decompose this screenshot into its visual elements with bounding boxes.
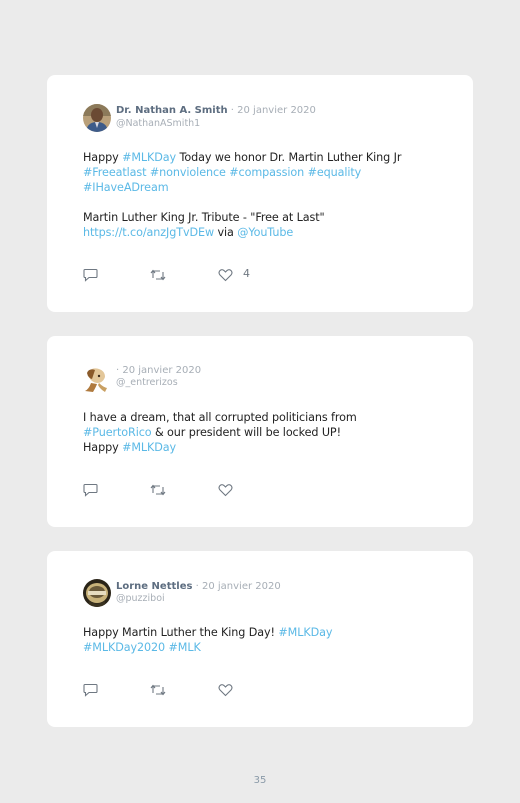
- author-name[interactable]: Dr. Nathan A. Smith: [116, 105, 228, 116]
- tweet-date[interactable]: · 20 janvier 2020: [196, 581, 281, 592]
- heart-icon[interactable]: [218, 683, 233, 697]
- tweet-header: Dr. Nathan A. Smith · 20 janvier 2020: [116, 104, 316, 117]
- tweet-text-line: https://t.co/anzJgTvDEw via @YouTube: [83, 225, 453, 240]
- tweet-text-segment: Happy: [83, 151, 123, 164]
- tweet-link[interactable]: https://t.co/anzJgTvDEw: [83, 226, 214, 239]
- tweet-text-segment: via: [214, 226, 238, 239]
- hashtag-link[interactable]: #nonviolence: [150, 166, 226, 179]
- tweet-text-line: Happy Martin Luther the King Day! #MLKDa…: [83, 625, 453, 640]
- reply-icon[interactable]: [83, 268, 98, 282]
- avatar[interactable]: [83, 104, 111, 132]
- reply-icon[interactable]: [83, 683, 98, 697]
- hashtag-link[interactable]: #compassion: [229, 166, 304, 179]
- hashtag-link[interactable]: #MLKDay2020: [83, 641, 165, 654]
- author-name[interactable]: Lorne Nettles: [116, 581, 192, 592]
- tweet-text: Happy Martin Luther the King Day! #MLKDa…: [83, 625, 453, 655]
- avatar[interactable]: [83, 579, 111, 607]
- tweet-text-segment: Martin Luther King Jr. Tribute - "Free a…: [83, 211, 325, 224]
- hashtag-link[interactable]: #MLKDay: [122, 441, 176, 454]
- retweet-icon[interactable]: [150, 683, 166, 697]
- tweet-text-line: I have a dream, that all corrupted polit…: [83, 410, 453, 425]
- tweet-card: · 20 janvier 2020 @_entrerizos I have a …: [47, 336, 473, 527]
- tweet-date[interactable]: · 20 janvier 2020: [231, 105, 316, 116]
- tweet-text-segment: & our president will be locked UP!: [151, 426, 341, 439]
- tweet-header: Lorne Nettles · 20 janvier 2020: [116, 580, 281, 593]
- tweet-text: Happy #MLKDay Today we honor Dr. Martin …: [83, 150, 453, 240]
- tweet-text-line: Martin Luther King Jr. Tribute - "Free a…: [83, 210, 453, 225]
- tweet-text-line: #Freeatlast #nonviolence #compassion #eq…: [83, 165, 453, 180]
- avatar[interactable]: [83, 365, 111, 393]
- tweet-card: Lorne Nettles · 20 janvier 2020 @puzzibo…: [47, 551, 473, 727]
- heart-icon[interactable]: [218, 483, 233, 497]
- author-handle[interactable]: @NathanASmith1: [116, 118, 200, 130]
- hashtag-link[interactable]: #IHaveADream: [83, 181, 169, 194]
- reply-icon[interactable]: [83, 483, 98, 497]
- tweet-date[interactable]: · 20 janvier 2020: [116, 365, 201, 376]
- hashtag-link[interactable]: #MLKDay: [122, 151, 176, 164]
- tweet-text-segment: Happy: [83, 441, 123, 454]
- tweet-text-segment: Today we honor Dr. Martin Luther King Jr: [176, 151, 402, 164]
- hashtag-link[interactable]: #equality: [308, 166, 362, 179]
- tweet-text-line: Happy #MLKDay Today we honor Dr. Martin …: [83, 150, 453, 165]
- retweet-icon[interactable]: [150, 268, 166, 282]
- tweet-card: Dr. Nathan A. Smith · 20 janvier 2020 @N…: [47, 75, 473, 312]
- retweet-icon[interactable]: [150, 483, 166, 497]
- hashtag-link[interactable]: #MLK: [169, 641, 201, 654]
- tweet-link[interactable]: @YouTube: [237, 226, 293, 239]
- page-number: 35: [253, 775, 267, 786]
- heart-icon[interactable]: [218, 268, 233, 282]
- author-handle[interactable]: @_entrerizos: [116, 377, 178, 389]
- tweet-header: · 20 janvier 2020: [116, 364, 201, 377]
- author-handle[interactable]: @puzziboi: [116, 593, 165, 605]
- tweet-text-line: #IHaveADream: [83, 180, 453, 195]
- like-count: 4: [243, 267, 250, 280]
- hashtag-link[interactable]: #MLKDay: [278, 626, 332, 639]
- hashtag-link[interactable]: #Freeatlast: [83, 166, 147, 179]
- tweet-text-segment: Happy Martin Luther the King Day!: [83, 626, 279, 639]
- tweet-text-line: #MLKDay2020 #MLK: [83, 640, 453, 655]
- tweet-text-line: [83, 195, 453, 210]
- tweet-text-line: Happy #MLKDay: [83, 440, 453, 455]
- tweet-text: I have a dream, that all corrupted polit…: [83, 410, 453, 455]
- hashtag-link[interactable]: #PuertoRico: [83, 426, 152, 439]
- tweet-text-segment: I have a dream, that all corrupted polit…: [83, 411, 357, 424]
- tweet-text-line: #PuertoRico & our president will be lock…: [83, 425, 453, 440]
